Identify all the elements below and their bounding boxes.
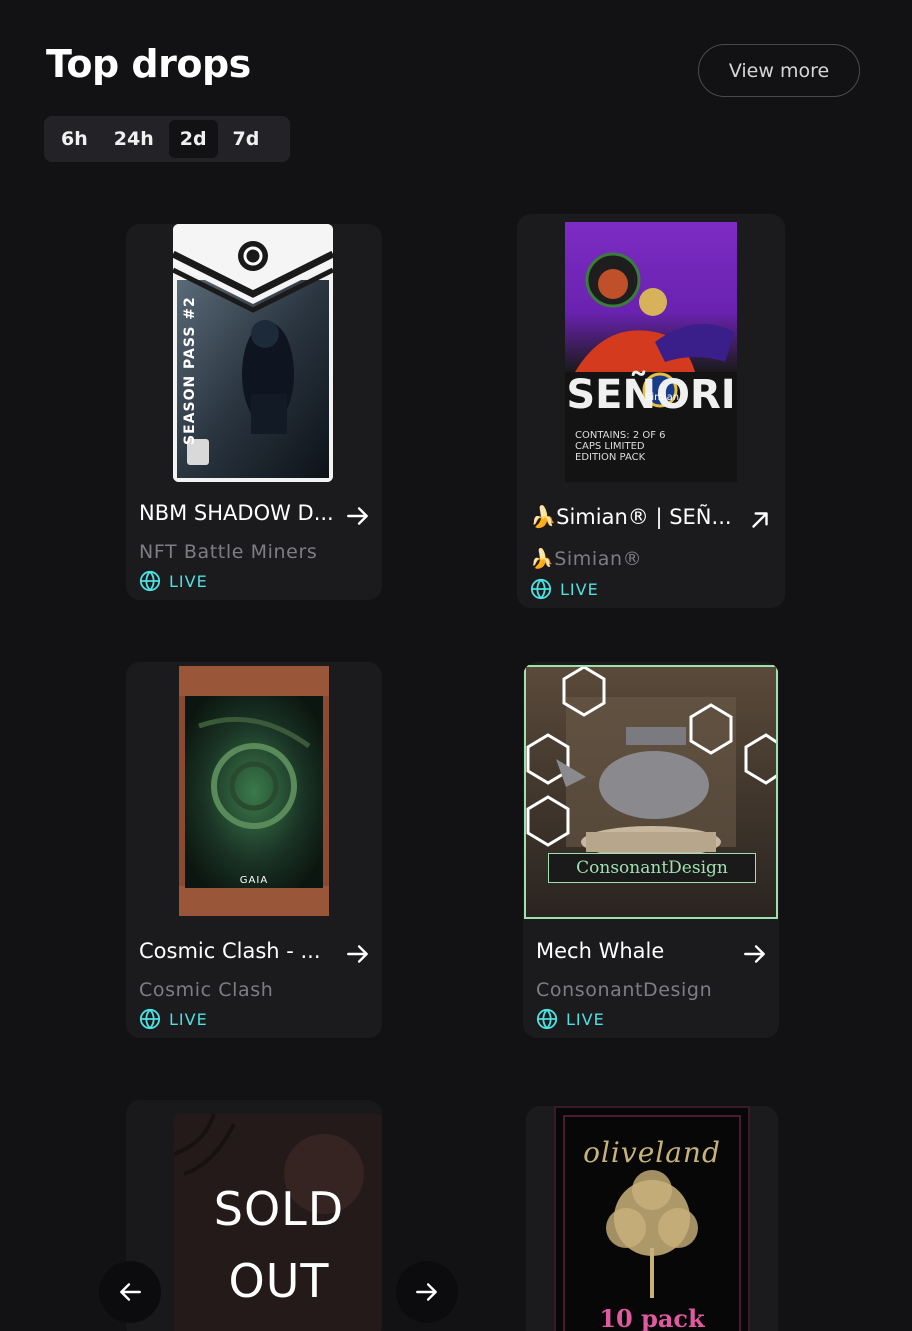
globe-icon	[139, 570, 161, 592]
live-label: LIVE	[169, 571, 208, 591]
arrow-right-icon[interactable]	[345, 941, 371, 967]
live-status: LIVE	[530, 578, 599, 600]
drop-art-badge: Simian	[645, 392, 680, 403]
view-more-button[interactable]: View more	[698, 44, 860, 97]
drop-image-mech-whale: ConsonantDesign	[524, 665, 778, 919]
filter-24h[interactable]: 24h	[103, 120, 165, 158]
drop-image-halloween: SOLD OUT	[174, 1114, 382, 1331]
drop-card-simian[interactable]: SEÑORI Simian CONTAINS: 2 OF 6 CAPS LIMI…	[517, 214, 785, 608]
drop-image-cosmic: GAIA	[179, 666, 329, 916]
drop-collection[interactable]: NFT Battle Miners	[139, 541, 317, 563]
globe-icon	[530, 578, 552, 600]
arrow-right-icon	[416, 1283, 437, 1301]
drop-name[interactable]: 🍌Simian® | SEÑ...	[530, 505, 732, 530]
drop-art-sub: CONTAINS: 2 OF 6 CAPS LIMITED EDITION PA…	[575, 430, 666, 463]
arrow-right-icon[interactable]	[742, 941, 768, 967]
carousel-next-button[interactable]	[396, 1261, 458, 1323]
drop-art-title: oliveland	[583, 1136, 721, 1169]
carousel-prev-button[interactable]	[99, 1261, 161, 1323]
drop-art-text: SEASON PASS #2	[182, 296, 198, 445]
drop-art-text: ConsonantDesign	[548, 853, 756, 883]
drop-name[interactable]: NBM SHADOW D...	[139, 501, 334, 525]
page-title: Top drops	[46, 42, 251, 86]
drop-card-nbm-shadow[interactable]: SEASON PASS #2 NBM SHADOW D... NFT Battl…	[126, 224, 382, 600]
drop-card-sold-out[interactable]: SOLD OUT	[126, 1100, 382, 1331]
drop-image-oliveland: oliveland 10 pack	[554, 1106, 750, 1331]
drop-card-oliveland[interactable]: oliveland 10 pack	[526, 1106, 778, 1331]
globe-icon	[536, 1008, 558, 1030]
drop-image-simian: SEÑORI Simian CONTAINS: 2 OF 6 CAPS LIMI…	[565, 222, 737, 482]
time-filter-tabs: 6h 24h 2d 7d	[44, 116, 290, 162]
live-status: LIVE	[139, 570, 208, 592]
drop-collection[interactable]: ConsonantDesign	[536, 979, 712, 1001]
globe-icon	[139, 1008, 161, 1030]
drop-name[interactable]: Mech Whale	[536, 939, 664, 963]
filter-7d[interactable]: 7d	[222, 120, 271, 158]
arrow-right-icon[interactable]	[345, 503, 371, 529]
arrow-left-icon	[120, 1283, 141, 1301]
drop-image-nbm: SEASON PASS #2	[173, 224, 333, 482]
live-label: LIVE	[169, 1009, 208, 1029]
drop-card-cosmic-clash[interactable]: GAIA Cosmic Clash - ... Cosmic Clash LIV…	[126, 662, 382, 1038]
filter-6h[interactable]: 6h	[50, 120, 99, 158]
live-status: LIVE	[139, 1008, 208, 1030]
drop-art-text: GAIA	[239, 875, 269, 886]
drop-name[interactable]: Cosmic Clash - ...	[139, 939, 321, 963]
filter-2d[interactable]: 2d	[168, 120, 218, 158]
drop-collection[interactable]: 🍌Simian®	[530, 547, 642, 570]
drop-card-mech-whale[interactable]: ConsonantDesign Mech Whale ConsonantDesi…	[523, 662, 779, 1038]
drop-art-sub: 10 pack	[599, 1304, 705, 1331]
live-label: LIVE	[560, 579, 599, 599]
sold-out-line1: SOLD	[213, 1182, 345, 1236]
live-status: LIVE	[536, 1008, 605, 1030]
drop-collection[interactable]: Cosmic Clash	[139, 979, 273, 1001]
sold-out-line2: OUT	[228, 1254, 330, 1308]
arrow-up-right-icon[interactable]	[747, 507, 773, 533]
live-label: LIVE	[566, 1009, 605, 1029]
